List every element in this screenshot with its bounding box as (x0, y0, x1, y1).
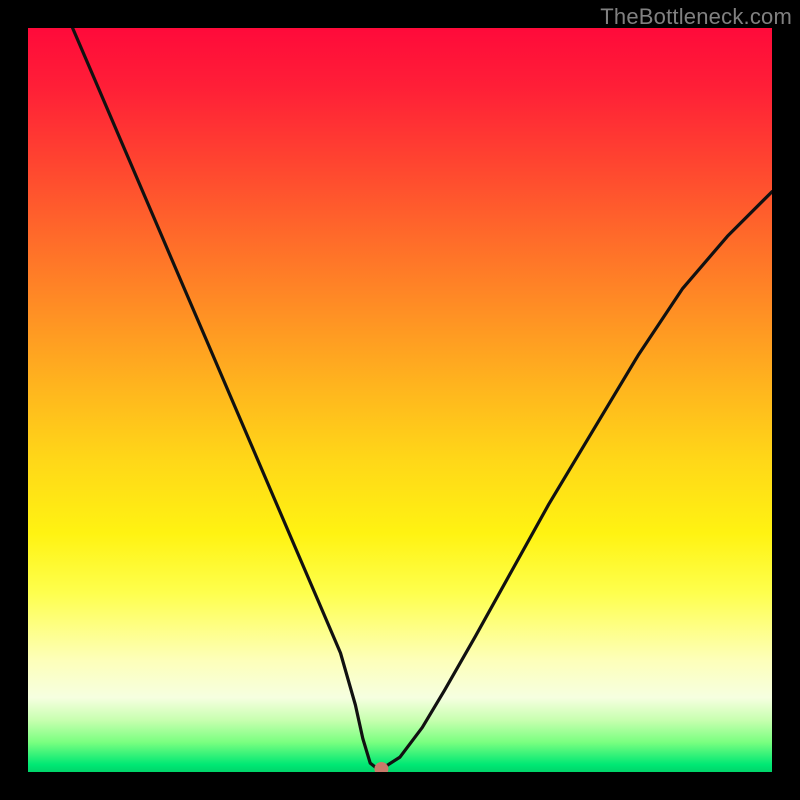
chart-svg (28, 28, 772, 772)
chart-frame: TheBottleneck.com (0, 0, 800, 800)
bottleneck-curve (73, 28, 772, 769)
chart-plot-area (28, 28, 772, 772)
optimal-point-marker (374, 762, 388, 772)
watermark-text: TheBottleneck.com (600, 4, 792, 30)
